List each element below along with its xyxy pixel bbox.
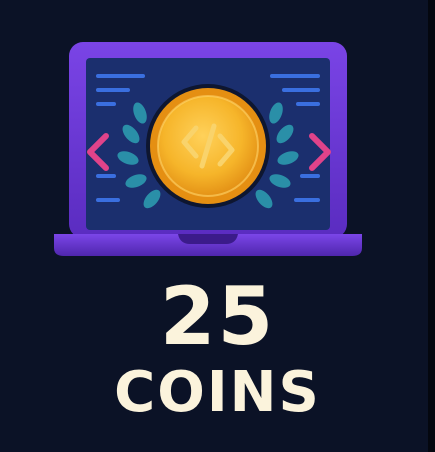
reward-amount: 25 (159, 270, 276, 363)
reward-unit: COINS (114, 360, 321, 425)
coin-icon (146, 84, 270, 208)
